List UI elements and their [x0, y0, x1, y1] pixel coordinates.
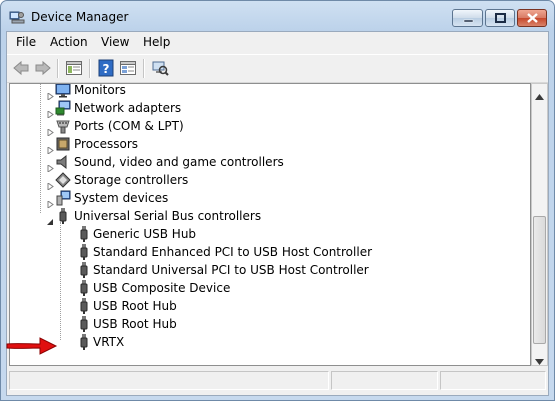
expand-arrow-icon[interactable]: [47, 159, 54, 173]
tree-connector-line: [60, 222, 61, 340]
status-pane: [440, 371, 546, 390]
minimize-icon: [463, 19, 474, 23]
client-area: File Action View Help ? Monitors Network…: [6, 31, 549, 396]
tree-item-enhanced-pci-usb[interactable]: Standard Enhanced PCI to USB Host Contro…: [80, 243, 372, 261]
title-bar[interactable]: Device Manager: [1, 1, 554, 31]
expand-arrow-icon[interactable]: [47, 87, 54, 101]
toolbar: ?: [7, 54, 548, 83]
scan-hardware-icon[interactable]: [151, 59, 169, 77]
device-tree[interactable]: Monitors Network adapters Ports (COM & L…: [9, 83, 531, 366]
menu-view[interactable]: View: [98, 35, 132, 49]
status-pane: [9, 371, 329, 390]
expand-arrow-icon[interactable]: [47, 195, 54, 209]
toolbar-separator: [57, 59, 59, 78]
tree-connector-line: [40, 84, 41, 213]
scroll-thumb[interactable]: [533, 216, 546, 344]
tree-item-generic-usb-hub[interactable]: Generic USB Hub: [80, 225, 196, 243]
expand-arrow-icon[interactable]: [47, 177, 54, 191]
status-pane: [331, 371, 438, 390]
minimize-button[interactable]: [452, 9, 483, 27]
expand-arrow-icon[interactable]: [47, 105, 54, 119]
menu-file[interactable]: File: [13, 35, 39, 49]
tree-item-universal-pci-usb[interactable]: Standard Universal PCI to USB Host Contr…: [80, 261, 369, 279]
close-button[interactable]: [517, 9, 547, 27]
red-arrow-icon: [6, 335, 58, 360]
status-bar: [7, 368, 548, 394]
tree-item-network-adapters[interactable]: Network adapters: [47, 99, 181, 119]
tree-item-processors[interactable]: Processors: [47, 135, 138, 155]
usb-plug-icon: [76, 298, 92, 314]
collapse-arrow-icon[interactable]: [47, 213, 54, 225]
tree-item-vrtx[interactable]: VRTX: [80, 333, 124, 351]
scroll-up-arrow-icon[interactable]: [535, 89, 544, 100]
processor-icon: [55, 136, 71, 152]
monitor-icon: [55, 84, 71, 98]
menu-action[interactable]: Action: [47, 35, 91, 49]
usb-plug-icon: [76, 262, 92, 278]
tree-item-usb-composite-device[interactable]: USB Composite Device: [80, 279, 230, 297]
back-arrow-icon[interactable]: [12, 59, 30, 77]
svg-text:?: ?: [103, 62, 110, 76]
speaker-icon: [55, 154, 71, 170]
maximize-button[interactable]: [485, 9, 515, 27]
maximize-icon: [495, 13, 506, 23]
menu-bar: File Action View Help: [7, 32, 548, 53]
usb-plug-icon: [55, 208, 71, 224]
device-manager-window: Device Manager File Action View Help ? M…: [0, 0, 555, 401]
tree-item-usb-root-hub[interactable]: USB Root Hub: [80, 315, 177, 333]
usb-plug-icon: [76, 244, 92, 260]
tree-item-monitors[interactable]: Monitors: [47, 84, 126, 101]
update-driver-icon[interactable]: [119, 59, 137, 77]
scroll-down-arrow-icon[interactable]: [535, 354, 544, 365]
device-manager-app-icon: [9, 10, 25, 24]
tree-item-usb-controllers[interactable]: Universal Serial Bus controllers: [47, 207, 261, 225]
tree-item-usb-root-hub[interactable]: USB Root Hub: [80, 297, 177, 315]
network-adapter-icon: [55, 100, 71, 116]
vertical-scrollbar[interactable]: [531, 83, 548, 366]
port-icon: [55, 118, 71, 134]
properties-grid-icon[interactable]: [65, 59, 83, 77]
storage-icon: [55, 172, 71, 188]
usb-plug-icon: [76, 226, 92, 242]
help-question-icon[interactable]: ?: [97, 59, 115, 77]
usb-plug-icon: [76, 334, 92, 350]
usb-plug-icon: [76, 280, 92, 296]
tree-item-sound-video-game[interactable]: Sound, video and game controllers: [47, 153, 284, 173]
close-icon: [527, 13, 538, 23]
expand-arrow-icon[interactable]: [47, 141, 54, 155]
forward-arrow-icon[interactable]: [34, 59, 52, 77]
tree-item-system-devices[interactable]: System devices: [47, 189, 168, 209]
tree-item-storage-controllers[interactable]: Storage controllers: [47, 171, 188, 191]
toolbar-separator: [143, 59, 145, 78]
usb-plug-icon: [76, 316, 92, 332]
tree-item-ports[interactable]: Ports (COM & LPT): [47, 117, 184, 137]
toolbar-separator: [89, 59, 91, 78]
expand-arrow-icon[interactable]: [47, 123, 54, 137]
menu-help[interactable]: Help: [140, 35, 173, 49]
system-device-icon: [55, 190, 71, 206]
window-title: Device Manager: [31, 10, 129, 24]
